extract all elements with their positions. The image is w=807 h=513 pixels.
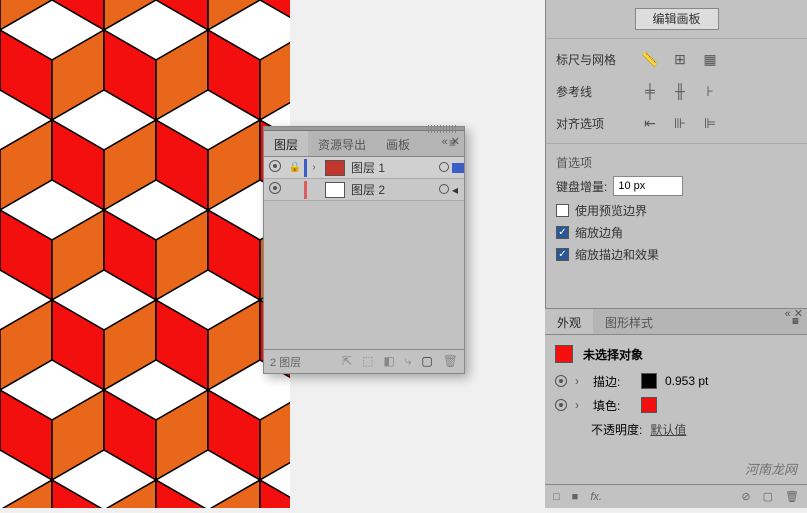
new-fill-icon[interactable]: ■	[572, 491, 579, 503]
stroke-swatch[interactable]	[641, 373, 657, 389]
use-preview-bounds-checkbox[interactable]: 使用预览边界	[556, 199, 797, 221]
appearance-panel: « ✕ 外观 图形样式 ≡ 未选择对象 › 描边: 0.953 pt › 填色:	[545, 308, 807, 508]
panel-close-icon[interactable]: « ✕	[442, 135, 460, 148]
selection-indicator: ◂	[452, 183, 464, 197]
fill-label: 填色:	[593, 397, 633, 414]
layer-color-bar	[304, 181, 307, 199]
visibility-toggle-icon[interactable]	[264, 182, 286, 197]
expand-icon[interactable]: ›	[575, 398, 585, 412]
locate-icon[interactable]: ⇱	[342, 354, 352, 369]
target-icon[interactable]	[436, 183, 452, 197]
stroke-label: 描边:	[593, 373, 633, 390]
layer-name[interactable]: 图层 2	[349, 181, 436, 198]
layer-row[interactable]: 图层 2 ◂	[264, 179, 464, 201]
no-selection-label: 未选择对象	[583, 346, 643, 363]
tab-graphic-styles[interactable]: 图形样式	[593, 309, 665, 334]
layer-thumbnail	[325, 182, 345, 198]
appearance-footer: □ ■ fx. ⊘ ▢ 🗑	[545, 484, 807, 508]
fx-icon[interactable]: fx.	[590, 491, 602, 503]
visibility-icon[interactable]	[555, 399, 567, 411]
fill-swatch[interactable]	[641, 397, 657, 413]
tab-appearance[interactable]: 外观	[545, 309, 593, 334]
new-sublayer-icon[interactable]: ⤷	[405, 354, 412, 369]
layer-row[interactable]: 🔒 › 图层 1	[264, 157, 464, 179]
tab-asset-export[interactable]: 资源导出	[308, 131, 376, 156]
panel-drag-bar[interactable]	[264, 127, 464, 131]
scale-corners-checkbox[interactable]: ✓缩放边角	[556, 221, 797, 243]
transparency-grid-icon[interactable]: ▦	[700, 49, 720, 69]
expand-icon[interactable]: ›	[307, 162, 321, 173]
preferences-label: 首选项	[556, 148, 797, 173]
scale-stroke-effects-checkbox[interactable]: ✓缩放描边和效果	[556, 243, 797, 265]
opacity-label: 不透明度:	[591, 421, 642, 438]
fill-row[interactable]: › 填色:	[555, 393, 797, 417]
layers-panel: « ✕ 图层 资源导出 画板 ≡ 🔒 › 图层 1 图层 2 ◂ 2 图层	[263, 126, 465, 374]
tab-layers[interactable]: 图层	[264, 131, 308, 156]
panel-collapse-icon[interactable]: « ✕	[785, 307, 803, 320]
rulers-grid-label: 标尺与网格	[556, 51, 640, 68]
align-options-label: 对齐选项	[556, 115, 640, 132]
snap-pixel-icon[interactable]: ⇤	[640, 113, 660, 133]
guides-label: 参考线	[556, 83, 640, 100]
new-stroke-icon[interactable]: □	[553, 491, 560, 503]
layers-footer: 2 图层 ⇱ ⬚ ◧ ⤷ ▢ 🗑	[264, 349, 464, 373]
layer-count: 2 图层	[270, 354, 301, 370]
edit-artboard-button[interactable]: 编辑画板	[635, 8, 719, 30]
grid-icon[interactable]: ⊞	[670, 49, 690, 69]
visibility-toggle-icon[interactable]	[264, 160, 286, 175]
new-layer-icon[interactable]: ▢	[421, 354, 432, 369]
lock-guides-icon[interactable]: ╫	[670, 81, 690, 101]
stroke-row[interactable]: › 描边: 0.953 pt	[555, 369, 797, 393]
canvas-area[interactable]	[0, 0, 290, 508]
opacity-value[interactable]: 默认值	[650, 421, 686, 438]
visibility-icon[interactable]	[555, 375, 567, 387]
delete-icon[interactable]: 🗑	[785, 490, 799, 503]
layer-thumbnail	[325, 160, 345, 176]
snap-grid-icon[interactable]: ⊫	[700, 113, 720, 133]
rulers-icon[interactable]: 📏	[640, 49, 660, 69]
delete-layer-icon[interactable]: 🗑	[443, 354, 458, 369]
layer-name[interactable]: 图层 1	[349, 159, 436, 176]
keyboard-increment-input[interactable]	[613, 176, 683, 196]
properties-panel: 编辑画板 标尺与网格 📏 ⊞ ▦ 参考线 ╪ ╫ ⊦ 对齐选项 ⇤ ⊪ ⊫	[545, 0, 807, 508]
opacity-row[interactable]: 不透明度: 默认值	[555, 417, 797, 441]
selection-indicator	[452, 163, 464, 173]
tab-artboards[interactable]: 画板	[376, 131, 420, 156]
show-guides-icon[interactable]: ╪	[640, 81, 660, 101]
clear-icon[interactable]: ⊘	[741, 490, 750, 503]
stroke-value[interactable]: 0.953 pt	[665, 374, 708, 388]
lock-icon[interactable]: 🔒	[286, 162, 304, 173]
smart-guides-icon[interactable]: ⊦	[700, 81, 720, 101]
duplicate-icon[interactable]: ▢	[763, 490, 773, 503]
expand-icon[interactable]: ›	[575, 374, 585, 388]
keyboard-increment-label: 键盘增量:	[556, 178, 607, 195]
clip-mask-icon[interactable]: ◧	[383, 354, 394, 369]
collect-icon[interactable]: ⬚	[362, 354, 373, 369]
snap-point-icon[interactable]: ⊪	[670, 113, 690, 133]
target-icon[interactable]	[436, 161, 452, 175]
watermark: 河南龙网	[745, 459, 797, 478]
selection-swatch	[555, 345, 573, 363]
